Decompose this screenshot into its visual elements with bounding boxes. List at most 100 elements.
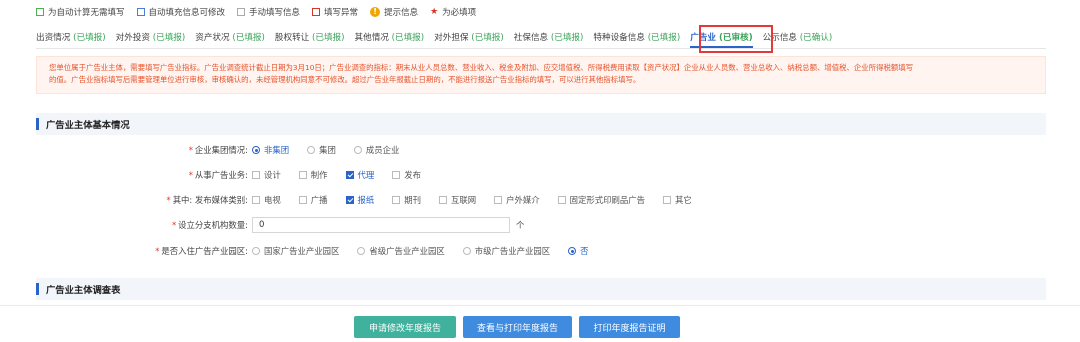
tab-label: 资产状况 bbox=[195, 33, 230, 43]
group-options: 非集团 集团 成员企业 bbox=[252, 144, 417, 156]
media-option-newspaper[interactable]: 报纸 bbox=[345, 194, 375, 206]
checkbox-icon bbox=[298, 196, 307, 204]
media-option-internet[interactable]: 互联网 bbox=[439, 194, 476, 206]
park-row: * 是否入住广告产业园区: 国家广告业产业园区 省级广告业产业园区 市级广告业产业… bbox=[0, 243, 1080, 259]
branches-label-text: 设立分支机构数量: bbox=[178, 220, 248, 230]
print-certificate-button[interactable]: 打印年度报告证明 bbox=[579, 316, 680, 338]
business-option-design[interactable]: 设计 bbox=[252, 169, 281, 181]
media-option-other[interactable]: 其它 bbox=[663, 194, 692, 206]
option-label: 代理 bbox=[357, 170, 375, 180]
option-label: 制作 bbox=[310, 170, 328, 180]
checkbox-icon bbox=[252, 196, 260, 204]
checkbox-icon bbox=[392, 196, 401, 204]
tab-status: (已填报) bbox=[647, 33, 681, 43]
business-label: * 从事广告业务: bbox=[188, 170, 248, 180]
media-option-print[interactable]: 固定形式印刷品广告 bbox=[557, 194, 645, 206]
option-label: 成员企业 bbox=[365, 145, 400, 155]
park-label-text: 是否入住广告产业园区: bbox=[161, 246, 248, 256]
tab-status: (已填报) bbox=[312, 33, 345, 43]
business-label-text: 从事广告业务: bbox=[194, 170, 248, 180]
option-label: 国家广告业产业园区 bbox=[264, 246, 340, 256]
park-options: 国家广告业产业园区 省级广告业产业园区 市级广告业产业园区 否 bbox=[252, 245, 607, 257]
tab-special-equipment[interactable]: 特种设备信息 (已填报) bbox=[593, 31, 680, 43]
checkbox-icon bbox=[439, 196, 447, 204]
tab-investment[interactable]: 对外投资 (已填报) bbox=[116, 31, 186, 43]
legend-error-label: 填写异常 bbox=[324, 8, 359, 18]
tab-public-info[interactable]: 公示信息 (已确认) bbox=[763, 31, 833, 43]
park-option-no[interactable]: 否 bbox=[568, 245, 589, 257]
radio-icon bbox=[357, 247, 366, 255]
tab-status: (已填报) bbox=[152, 33, 186, 43]
business-options: 设计 制作 代理 发布 bbox=[252, 169, 439, 181]
tab-equity-transfer[interactable]: 股权转让 (已填报) bbox=[275, 31, 345, 43]
tab-guarantee[interactable]: 对外担保 (已填报) bbox=[434, 31, 504, 43]
tab-status: (已填报) bbox=[391, 33, 425, 43]
legend-auto-fill: 自动填充信息可修改 bbox=[136, 6, 225, 18]
option-label: 户外媒介 bbox=[506, 195, 540, 205]
checkbox-icon bbox=[392, 171, 401, 179]
required-star-icon: ★ bbox=[430, 7, 439, 17]
legend-error: 填写异常 bbox=[312, 6, 358, 18]
branches-count-input[interactable] bbox=[252, 217, 510, 233]
highlight-box bbox=[699, 25, 773, 53]
group-option-member[interactable]: 成员企业 bbox=[353, 144, 400, 156]
option-label: 互联网 bbox=[451, 195, 477, 205]
warning-icon: ! bbox=[370, 7, 381, 17]
media-option-outdoor[interactable]: 户外媒介 bbox=[494, 194, 540, 206]
radio-icon bbox=[307, 146, 316, 154]
view-print-report-button[interactable]: 查看与打印年度报告 bbox=[463, 316, 572, 338]
option-label: 市级广告业产业园区 bbox=[474, 246, 551, 256]
green-square-icon bbox=[36, 8, 44, 16]
media-option-radio[interactable]: 广播 bbox=[298, 194, 328, 206]
section-title: 广告业主体调查表 bbox=[46, 285, 121, 296]
branches-row: *设立分支机构数量: 个 bbox=[0, 217, 1080, 233]
legend-bar: 为自动计算无需填写 自动填充信息可修改 手动填写信息 填写异常 ! 提示信息 ★ 为… bbox=[36, 4, 476, 20]
legend-manual: 手动填写信息 bbox=[237, 6, 300, 18]
park-option-municipal[interactable]: 市级广告业产业园区 bbox=[462, 245, 551, 257]
option-label: 电视 bbox=[264, 195, 281, 205]
option-label: 广播 bbox=[310, 195, 328, 205]
option-label: 设计 bbox=[264, 170, 281, 180]
checkbox-icon bbox=[252, 171, 260, 179]
media-option-tv[interactable]: 电视 bbox=[252, 194, 281, 206]
media-label: * 其中: 发布媒体类别: bbox=[166, 195, 249, 205]
section-title: 广告业主体基本情况 bbox=[46, 120, 130, 131]
tab-assets[interactable]: 资产状况 (已填报) bbox=[195, 31, 265, 43]
radio-selected-icon bbox=[252, 146, 260, 154]
tab-label: 出资情况 bbox=[36, 33, 71, 43]
gray-square-icon bbox=[237, 8, 246, 16]
park-option-provincial[interactable]: 省级广告业产业园区 bbox=[357, 245, 445, 257]
tab-status: (已填报) bbox=[550, 33, 584, 43]
tab-capital[interactable]: 出资情况 (已填报) bbox=[36, 31, 106, 43]
option-label: 省级广告业产业园区 bbox=[369, 246, 445, 256]
legend-required-label: 为必填项 bbox=[442, 8, 477, 18]
tab-label: 社保信息 bbox=[513, 33, 549, 43]
legend-required: ★ 为必填项 bbox=[430, 6, 476, 18]
checkbox-icon bbox=[663, 196, 671, 204]
group-option-non-group[interactable]: 非集团 bbox=[252, 144, 289, 156]
option-label: 期刊 bbox=[404, 195, 421, 205]
option-label: 报纸 bbox=[357, 195, 375, 205]
legend-tip: ! 提示信息 bbox=[370, 6, 418, 18]
tab-status: (已填报) bbox=[73, 33, 106, 43]
section-survey-header: 广告业主体调查表 bbox=[36, 278, 1046, 300]
option-label: 固定形式印刷品广告 bbox=[569, 195, 645, 205]
tab-social-security[interactable]: 社保信息 (已填报) bbox=[514, 31, 584, 43]
checkbox-icon bbox=[298, 171, 307, 179]
park-option-national[interactable]: 国家广告业产业园区 bbox=[252, 245, 339, 257]
tab-other[interactable]: 其他情况 (已填报) bbox=[355, 31, 425, 43]
business-option-production[interactable]: 制作 bbox=[298, 169, 328, 181]
business-option-publish[interactable]: 发布 bbox=[392, 169, 421, 181]
business-row: * 从事广告业务: 设计 制作 代理 发布 bbox=[0, 167, 1080, 183]
media-option-periodical[interactable]: 期刊 bbox=[392, 194, 421, 206]
media-options: 电视 广播 报纸 期刊 互联网 户外媒介 固定形式印刷品广告 其它 bbox=[252, 194, 710, 206]
tab-label: 特种设备信息 bbox=[593, 33, 645, 43]
legend-tip-label: 提示信息 bbox=[384, 8, 419, 18]
business-option-agency[interactable]: 代理 bbox=[345, 169, 375, 181]
blue-square-icon bbox=[136, 8, 145, 16]
media-row: * 其中: 发布媒体类别: 电视 广播 报纸 期刊 互联网 户外媒介 固定形式印刷… bbox=[0, 192, 1080, 208]
group-option-group[interactable]: 集团 bbox=[307, 144, 336, 156]
tab-status: (已填报) bbox=[471, 33, 504, 43]
apply-modify-report-button[interactable]: 申请修改年度报告 bbox=[354, 316, 456, 338]
branches-label: * 设立分支机构数量: bbox=[171, 220, 248, 230]
